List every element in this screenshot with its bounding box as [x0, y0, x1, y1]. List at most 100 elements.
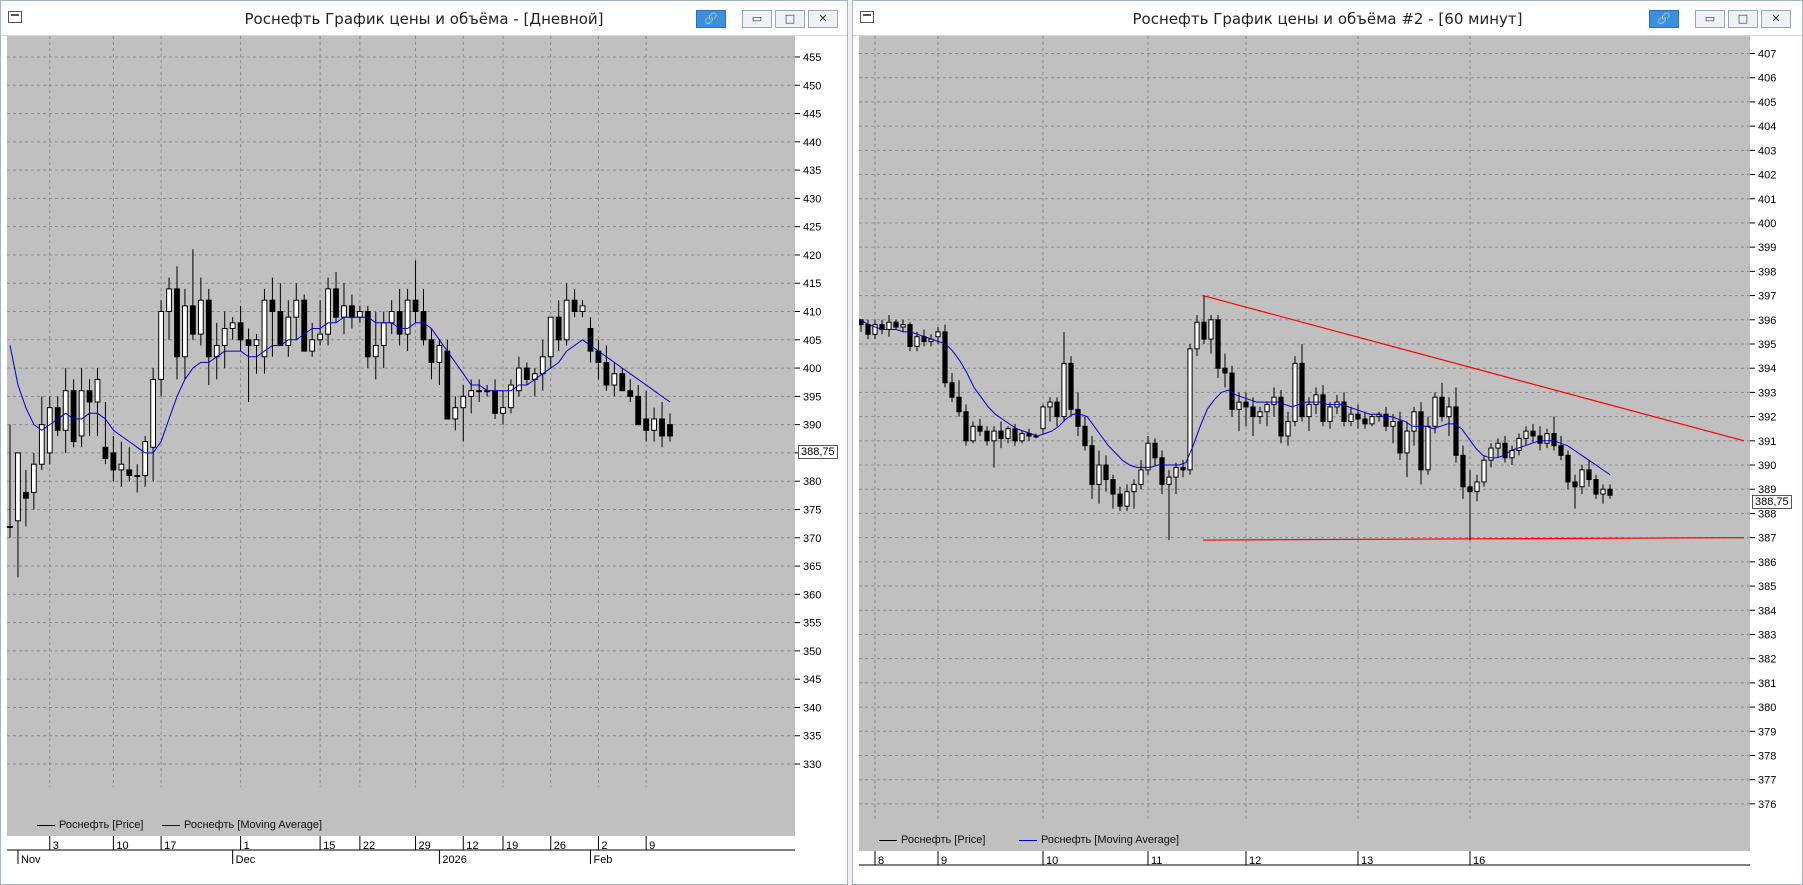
candle-body	[1187, 348, 1193, 471]
candle-body	[333, 288, 339, 318]
candle-body	[404, 299, 411, 335]
candle-body	[1005, 428, 1011, 439]
y-tick-label: 376	[1758, 799, 1776, 811]
price-plot-area[interactable]: Роснефть [Price] Роснефть [Moving Averag…	[7, 36, 795, 836]
candle-body	[1509, 449, 1515, 459]
candle-body	[102, 446, 109, 460]
candle-body	[1250, 406, 1256, 418]
candle-body	[1145, 442, 1151, 471]
time-axis[interactable]: 8 9 10 11 12 13 16	[859, 851, 1750, 884]
last-price-label: 388,75	[798, 445, 838, 459]
candle-body	[1117, 493, 1123, 507]
candle-body	[500, 407, 506, 414]
candle-body	[1320, 394, 1326, 422]
candle-body	[182, 305, 188, 358]
price-plot-area[interactable]: Роснефть [Price] Роснефть [Moving Averag…	[859, 36, 1750, 851]
candle-body	[396, 311, 403, 335]
y-tick-label: 384	[1758, 605, 1776, 617]
candle-body	[317, 333, 324, 341]
y-tick-label: 404	[1758, 121, 1776, 133]
y-tick-label: 380	[1758, 702, 1776, 714]
y-tick-label: 393	[1758, 387, 1776, 399]
y-tick-label: 387	[1758, 533, 1776, 545]
candle-body	[1474, 481, 1480, 493]
y-tick-label: 395	[803, 391, 821, 403]
y-tick-label: 440	[803, 137, 821, 149]
candle-body	[1243, 401, 1249, 408]
y-tick-label: 445	[803, 109, 821, 121]
link-button[interactable]: 🔗	[1649, 10, 1679, 28]
title-bar[interactable]: Роснефть График цены и объёма - [Дневной…	[1, 1, 847, 36]
candle-body	[942, 331, 948, 384]
candle-body	[86, 390, 93, 403]
candle-body	[984, 430, 990, 442]
close-button[interactable]: ✕	[1761, 10, 1791, 28]
candle-body	[1425, 425, 1431, 471]
y-tick-label: 390	[803, 420, 821, 432]
candle-body	[1593, 479, 1599, 495]
daily-chart-window: Роснефть График цены и объёма - [Дневной…	[0, 0, 848, 885]
candle-body	[886, 321, 892, 330]
y-tick-label: 407	[1758, 49, 1776, 61]
month-label: Feb	[593, 854, 612, 866]
candle-body	[547, 316, 554, 358]
candle-body	[914, 336, 920, 347]
y-tick-label: 403	[1758, 145, 1776, 157]
candle-body	[651, 418, 657, 431]
minimize-button[interactable]: ▭	[742, 10, 772, 28]
candle-body	[579, 305, 586, 313]
link-button[interactable]: 🔗	[696, 10, 726, 28]
candle-body	[1411, 411, 1417, 432]
candle-body	[893, 321, 899, 328]
y-tick-label: 360	[803, 589, 821, 601]
candle-body	[1215, 319, 1221, 369]
candle-body	[1236, 401, 1242, 410]
candle-body	[977, 425, 983, 432]
candle-body	[452, 407, 459, 420]
candle-body	[1579, 469, 1585, 488]
y-tick-label: 425	[803, 222, 821, 234]
candle-body	[1166, 476, 1172, 485]
maximize-button[interactable]: □	[775, 10, 805, 28]
y-tick-label: 375	[803, 504, 821, 516]
candle-body	[1327, 406, 1333, 422]
y-tick-label: 455	[803, 52, 821, 64]
y-tick-label: 370	[803, 533, 821, 545]
legend-ma-swatch	[162, 825, 180, 826]
candle-body	[1271, 396, 1277, 406]
maximize-button[interactable]: □	[1728, 10, 1758, 28]
candle-body	[643, 418, 650, 431]
candle-body	[1460, 454, 1466, 488]
candle-body	[611, 373, 618, 386]
title-bar[interactable]: Роснефть График цены и объёма #2 - [60 м…	[853, 1, 1802, 36]
candle-body	[1530, 430, 1536, 437]
candle-body	[126, 469, 133, 477]
candle-body	[460, 395, 467, 409]
candle-body	[301, 299, 308, 352]
chart-legend: Роснефть [Price] Роснефть [Moving Averag…	[859, 829, 1750, 851]
price-axis[interactable]: 3303353403453503553603653703753803853903…	[795, 36, 847, 836]
y-tick-label: 430	[803, 193, 821, 205]
minimize-button[interactable]: ▭	[1695, 10, 1725, 28]
candle-body	[1453, 406, 1459, 456]
price-axis[interactable]: 376 377 378 379 380 381 382 383 384 385 386 387 388 3…	[1750, 36, 1802, 851]
candle-body	[1152, 442, 1158, 459]
candle-body	[1348, 413, 1354, 422]
y-tick-label: 350	[803, 646, 821, 658]
candle-body	[1488, 447, 1494, 461]
close-button[interactable]: ✕	[808, 10, 838, 28]
candle-body	[372, 344, 379, 358]
candle-body	[935, 331, 941, 338]
candle-body	[1495, 442, 1501, 449]
trendline	[1202, 294, 1745, 442]
candlestick-chart	[7, 36, 795, 787]
candle-body	[221, 327, 228, 346]
time-axis[interactable]: 3 10 17 1 15 22 29 12 19 26 2 9 Nov Dec 2026 Feb	[7, 836, 795, 884]
candle-body	[412, 299, 419, 313]
y-tick-label: 415	[803, 278, 821, 290]
candle-body	[309, 339, 316, 352]
candle-body	[1355, 413, 1361, 420]
candle-body	[46, 407, 53, 454]
candle-body	[1446, 406, 1452, 418]
hourly-chart-window: Роснефть График цены и объёма #2 - [60 м…	[852, 0, 1803, 885]
